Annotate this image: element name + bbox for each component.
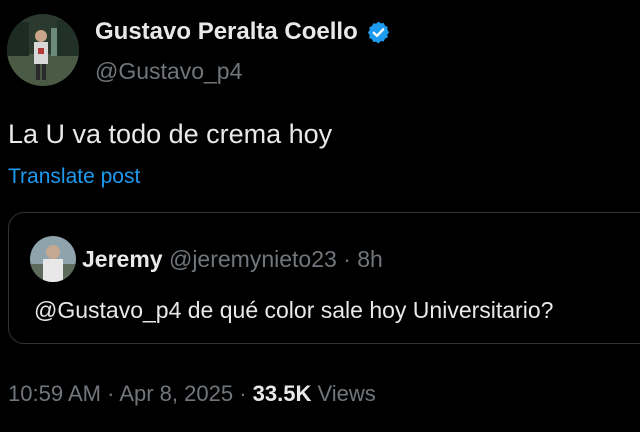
author-handle[interactable]: @Gustavo_p4: [95, 58, 242, 85]
quoted-post-text: @Gustavo_p4 de qué color sale hoy Univer…: [34, 297, 554, 323]
quoted-post-header: Jeremy @jeremynieto23 · 8h: [82, 246, 383, 273]
author-name-text[interactable]: Gustavo Peralta Coello: [95, 18, 358, 46]
meta-separator: ·: [107, 381, 115, 406]
quoted-author-handle[interactable]: @jeremynieto23: [169, 246, 337, 272]
post-date[interactable]: Apr 8, 2025: [119, 381, 233, 406]
quoted-separator: ·: [343, 246, 351, 272]
author-name[interactable]: Gustavo Peralta Coello: [95, 18, 391, 46]
quoted-author-avatar[interactable]: [30, 236, 76, 282]
post-meta: 10:59 AM · Apr 8, 2025 · 33.5K Views: [8, 381, 376, 407]
quoted-post-time[interactable]: 8h: [357, 246, 383, 272]
author-avatar[interactable]: [7, 14, 79, 86]
meta-separator: ·: [239, 381, 247, 406]
verified-badge-icon[interactable]: [366, 20, 391, 45]
views-label: Views: [317, 381, 376, 406]
quoted-post-card[interactable]: Jeremy @jeremynieto23 · 8h @Gustavo_p4 d…: [8, 212, 640, 344]
post-text: La U va todo de crema hoy: [8, 119, 333, 149]
quoted-author-name[interactable]: Jeremy: [82, 246, 163, 272]
post-time[interactable]: 10:59 AM: [8, 381, 101, 406]
views-count: 33.5K: [252, 381, 312, 406]
translate-post-link[interactable]: Translate post: [8, 165, 140, 189]
